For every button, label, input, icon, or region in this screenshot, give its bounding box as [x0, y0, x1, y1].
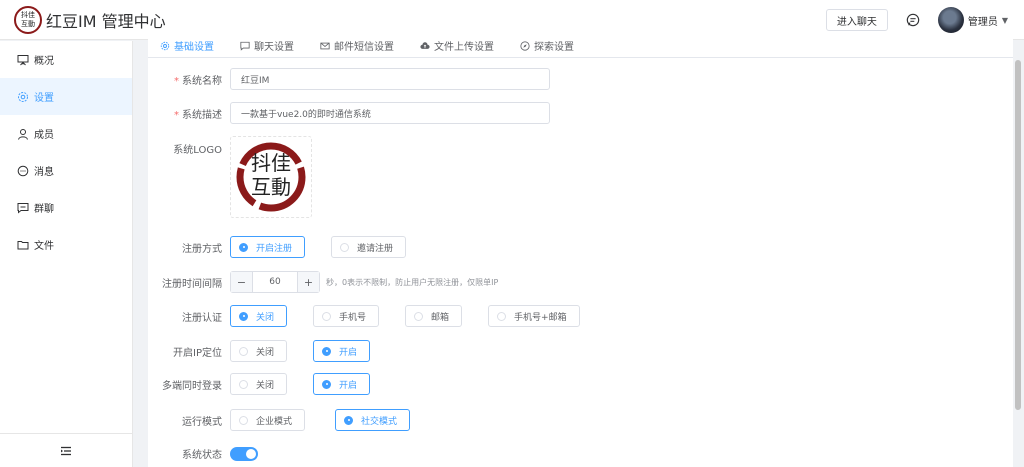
mail-icon [320, 42, 330, 49]
radio-auth-phone[interactable]: 手机号 [313, 305, 380, 327]
tab-label: 文件上传设置 [434, 42, 494, 53]
form-row-register-interval: 注册时间间隔 − 60 + 秒，0表示不限制，防止用户无限注册，仅限单IP [148, 271, 498, 293]
cloud-upload-icon [420, 41, 430, 49]
logo-uploader[interactable]: 抖佳 互動 [230, 136, 312, 218]
form-row-multi-login: 多端同时登录 关闭 开启 [148, 373, 396, 395]
system-name-label: * 系统名称 [174, 75, 222, 87]
sidebar-item-label: 消息 [34, 167, 54, 178]
system-desc-input[interactable]: 一款基于vue2.0的即时通信系统 [230, 102, 550, 124]
form-row-system-name: * 系统名称 红豆IM [148, 68, 550, 90]
chat-icon [240, 41, 250, 51]
sidebar-item-messages[interactable]: 消息 [0, 152, 132, 189]
system-status-label: 系统状态 [182, 450, 222, 461]
chat-icon[interactable] [902, 9, 924, 31]
sidebar-item-overview[interactable]: 概况 [0, 41, 132, 78]
system-status-switch[interactable] [230, 446, 258, 461]
logo-char: 互 [21, 20, 28, 28]
compass-icon [520, 40, 530, 51]
sidebar-item-members[interactable]: 成员 [0, 115, 132, 152]
register-auth-label: 注册认证 [182, 312, 222, 324]
sidebar-item-label: 概况 [34, 56, 54, 67]
user-name[interactable]: 管理员 [968, 13, 998, 28]
tab-label: 基础设置 [174, 42, 214, 53]
chat-bubble-icon [17, 165, 29, 177]
gear-icon [17, 91, 29, 103]
menu-fold-icon[interactable] [0, 433, 132, 467]
tab-basic-settings[interactable]: 基础设置 [160, 34, 214, 58]
radio-register-invite[interactable]: 邀请注册 [331, 236, 407, 258]
app-title: 红豆IM 管理中心 [46, 11, 166, 31]
gear-icon [160, 41, 170, 50]
sidebar-item-label: 群聊 [34, 204, 54, 215]
sidebar-item-settings[interactable]: 设置 [0, 78, 132, 115]
radio-multi-on[interactable]: 开启 [313, 373, 371, 395]
sidebar-item-label: 设置 [34, 93, 54, 104]
sidebar-item-label: 文件 [34, 241, 54, 252]
ip-location-label: 开启IP定位 [173, 347, 222, 359]
tab-mail-sms-settings[interactable]: 邮件短信设置 [320, 34, 394, 58]
register-interval-stepper: − 60 + [230, 271, 320, 293]
sidebar: 概况 设置 成员 消息 群聊 文件 [0, 41, 133, 467]
presentation-icon [17, 54, 29, 66]
sidebar-item-groups[interactable]: 群聊 [0, 189, 132, 226]
system-name-input[interactable]: 红豆IM [230, 68, 550, 90]
increment-button[interactable]: + [297, 272, 319, 292]
logo-char: 抖 [21, 11, 28, 19]
radio-auth-off[interactable]: 关闭 [230, 305, 288, 327]
message-square-icon [17, 202, 29, 214]
form-row-ip-location: 开启IP定位 关闭 开启 [148, 340, 396, 362]
radio-auth-phone-email[interactable]: 手机号+邮箱 [488, 305, 580, 327]
tab-file-upload-settings[interactable]: 文件上传设置 [420, 34, 494, 58]
radio-mode-social[interactable]: 社交模式 [335, 409, 411, 431]
radio-ip-on[interactable]: 开启 [313, 340, 371, 362]
sidebar-item-files[interactable]: 文件 [0, 226, 132, 263]
register-interval-label: 注册时间间隔 [162, 278, 222, 290]
register-mode-label: 注册方式 [182, 243, 222, 255]
brand-logo: 抖 佳 互 動 [14, 5, 42, 34]
tab-label: 邮件短信设置 [334, 42, 394, 53]
page-scrollbar[interactable] [1015, 60, 1021, 410]
folder-icon [17, 239, 29, 251]
system-logo-label: 系统LOGO [173, 145, 222, 156]
multi-login-label: 多端同时登录 [162, 380, 222, 392]
tab-label: 探索设置 [534, 42, 574, 53]
system-desc-label: * 系统描述 [174, 109, 222, 121]
form-row-system-status: 系统状态 [148, 446, 258, 461]
enter-chat-button[interactable]: 进入聊天 [825, 9, 888, 31]
form-row-system-logo: 系统LOGO 抖佳 互動 [148, 136, 312, 218]
chevron-down-icon[interactable]: ▼ [1002, 16, 1008, 25]
settings-panel: 基础设置 聊天设置 邮件短信设置 文件上传设置 探索设置 * 系统名称 红豆IM … [148, 34, 1013, 467]
logo-char: 佳 [28, 11, 35, 19]
form-row-system-desc: * 系统描述 一款基于vue2.0的即时通信系统 [148, 102, 550, 124]
tab-label: 聊天设置 [254, 42, 294, 53]
run-mode-label: 运行模式 [182, 416, 222, 428]
tab-chat-settings[interactable]: 聊天设置 [240, 34, 294, 58]
radio-multi-off[interactable]: 关闭 [230, 373, 288, 395]
user-icon [17, 128, 29, 140]
radio-mode-enterprise[interactable]: 企业模式 [230, 409, 306, 431]
decrement-button[interactable]: − [231, 272, 253, 292]
logo-image: 抖佳 互動 [235, 141, 307, 213]
form-row-run-mode: 运行模式 企业模式 社交模式 [148, 409, 436, 431]
radio-ip-off[interactable]: 关闭 [230, 340, 288, 362]
sidebar-item-label: 成员 [34, 130, 54, 141]
register-interval-hint: 秒，0表示不限制，防止用户无限注册，仅限单IP [326, 277, 499, 287]
radio-register-open[interactable]: 开启注册 [230, 236, 306, 258]
radio-auth-email[interactable]: 邮箱 [405, 305, 463, 327]
tab-explore-settings[interactable]: 探索设置 [520, 34, 574, 58]
logo-char: 動 [28, 20, 35, 28]
form-row-register-auth: 注册认证 关闭 手机号 邮箱 手机号+邮箱 [148, 305, 606, 327]
register-interval-input[interactable]: 60 [253, 277, 297, 287]
settings-tabs: 基础设置 聊天设置 邮件短信设置 文件上传设置 探索设置 [148, 34, 1013, 58]
avatar[interactable] [937, 7, 964, 33]
form-row-register-mode: 注册方式 开启注册 邀请注册 [148, 236, 432, 258]
